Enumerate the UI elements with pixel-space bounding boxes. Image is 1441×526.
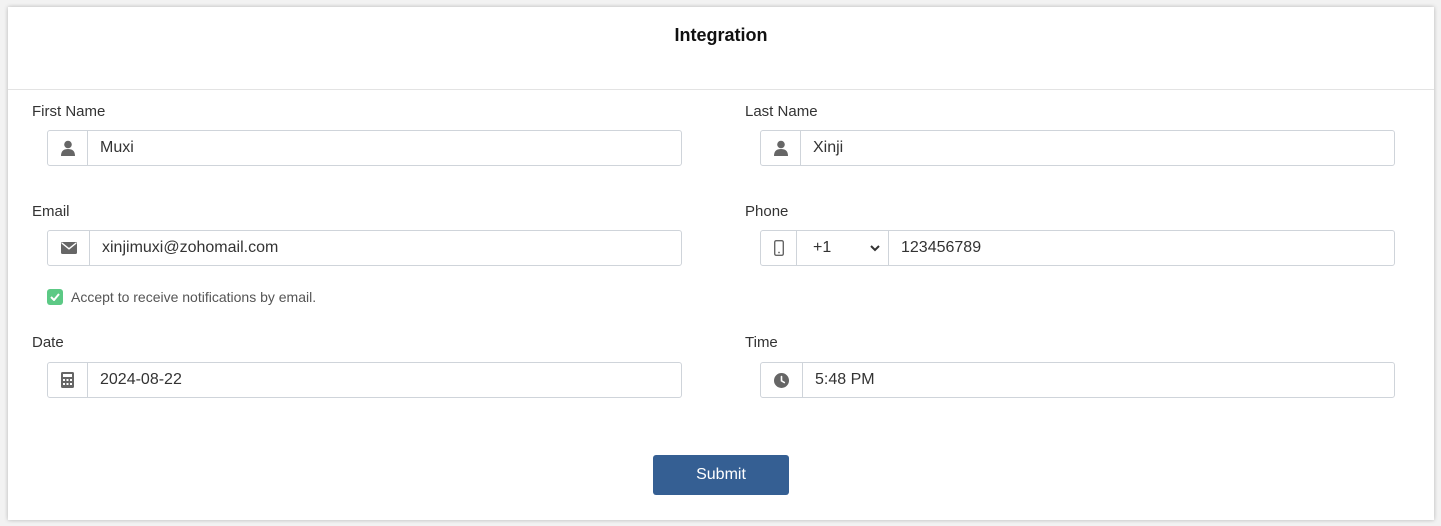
notifications-checkbox-label: Accept to receive notifications by email… [71,289,317,305]
first-name-label: First Name [32,103,106,120]
last-name-field[interactable]: Xinji [760,130,1395,166]
user-icon [48,131,88,165]
form-header: Integration [8,7,1434,90]
date-label: Date [32,334,64,351]
envelope-icon [48,231,90,265]
date-input[interactable]: 2024-08-22 [88,363,681,397]
email-input[interactable]: xinjimuxi@zohomail.com [90,231,681,265]
phone-label: Phone [745,203,789,220]
email-field[interactable]: xinjimuxi@zohomail.com [47,230,682,266]
last-name-label: Last Name [745,103,818,120]
chevron-down-icon [870,239,880,257]
submit-button[interactable]: Submit [653,455,789,495]
country-code-value: +1 [813,239,832,256]
phone-field[interactable]: +1 123456789 [760,230,1395,266]
first-name-field[interactable]: Muxi [47,130,682,166]
clock-icon [761,363,803,397]
phone-input[interactable]: 123456789 [889,231,1394,265]
email-label: Email [32,203,70,220]
mobile-icon [761,231,797,265]
integration-form-card: Integration First Name Muxi Last Name Xi… [8,7,1434,520]
calculator-icon [48,363,88,397]
country-code-select[interactable]: +1 [797,231,889,265]
date-field[interactable]: 2024-08-22 [47,362,682,398]
notifications-consent[interactable]: Accept to receive notifications by email… [47,289,316,305]
form-title: Integration [674,25,768,45]
time-input[interactable]: 5:48 PM [803,363,1394,397]
last-name-input[interactable]: Xinji [801,131,1394,165]
time-field[interactable]: 5:48 PM [760,362,1395,398]
user-icon [761,131,801,165]
first-name-input[interactable]: Muxi [88,131,681,165]
notifications-checkbox[interactable] [47,289,63,305]
time-label: Time [745,334,778,351]
